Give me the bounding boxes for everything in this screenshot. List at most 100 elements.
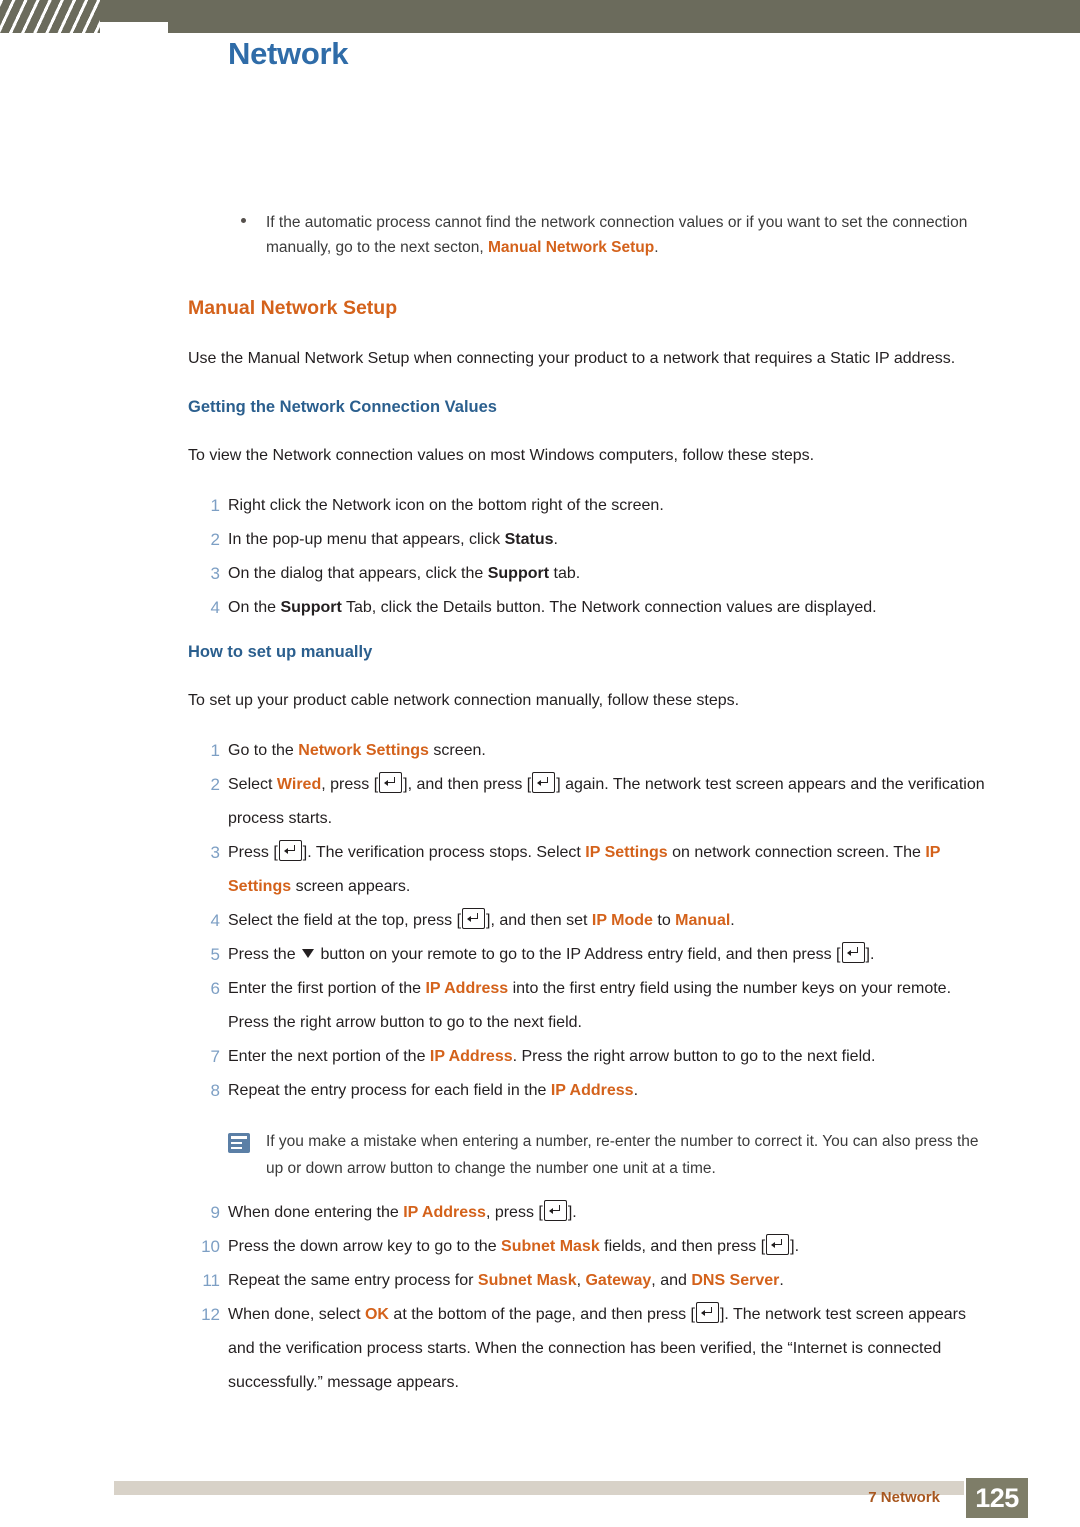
list-text: ]. — [790, 1238, 800, 1255]
enter-key-icon — [841, 942, 865, 963]
list-text: On the — [228, 599, 281, 616]
list-text: Right click the Network icon on the bott… — [228, 497, 664, 514]
numbered-list-manual-setup: 1 Go to the Network Settings screen. 2 S… — [0, 734, 1080, 1108]
list-text: screen. — [428, 742, 486, 759]
list-number: 9 — [210, 1203, 220, 1222]
list-text: . — [730, 912, 735, 929]
list-text: Press the — [228, 946, 301, 963]
menu-ref: Manual — [675, 912, 731, 929]
menu-ref: DNS Server — [691, 1272, 780, 1289]
subsection-intro-getting-values: To view the Network connection values on… — [188, 447, 815, 464]
header-white-block-decoration — [100, 22, 168, 33]
list-number: 1 — [210, 496, 220, 515]
list-number: 8 — [210, 1081, 220, 1100]
list-text: screen appears. — [291, 878, 411, 895]
list-text: . — [779, 1272, 784, 1289]
list-text: at the bottom of the page, and then pres… — [388, 1306, 695, 1323]
enter-key-icon — [379, 772, 403, 793]
page-title: Network — [228, 36, 349, 71]
enter-key-icon — [278, 840, 302, 861]
list-text: Repeat the entry process for each field … — [228, 1082, 551, 1099]
list-item: 7 Enter the next portion of the IP Addre… — [211, 1040, 990, 1074]
note-icon — [228, 1133, 250, 1153]
menu-ref: IP Settings — [585, 844, 668, 861]
footer-page-number: 125 — [966, 1478, 1028, 1518]
list-text: When done entering the — [228, 1204, 404, 1221]
enter-key-icon — [766, 1234, 790, 1255]
list-text: Enter the first portion of the — [228, 980, 426, 997]
list-item: 2 In the pop-up menu that appears, click… — [211, 523, 990, 557]
page-header-bar — [0, 0, 1080, 33]
list-item: 1 Go to the Network Settings screen. — [211, 734, 990, 768]
top-note-text-2: . — [654, 239, 659, 256]
menu-ref: IP Address — [403, 1204, 486, 1221]
down-arrow-icon — [302, 949, 315, 958]
list-text: , press [ — [321, 776, 379, 793]
list-item: 4 On the Support Tab, click the Details … — [211, 591, 990, 625]
menu-ref: Network Settings — [298, 742, 429, 759]
list-text: ]. — [865, 946, 875, 963]
subsection-heading-manual-setup: How to set up manually — [188, 643, 373, 661]
list-number: 3 — [210, 843, 220, 862]
list-number: 7 — [210, 1047, 220, 1066]
top-bullet-note: If the automatic process cannot find the… — [241, 210, 1000, 260]
menu-ref: Subnet Mask — [501, 1238, 600, 1255]
list-item: 1 Right click the Network icon on the bo… — [211, 489, 990, 523]
enter-key-icon — [532, 772, 556, 793]
menu-ref: IP Address — [550, 1082, 634, 1099]
list-text: . — [553, 531, 558, 548]
list-text: , press [ — [485, 1204, 543, 1221]
list-item: 11 Repeat the same entry process for Sub… — [202, 1264, 990, 1298]
list-text: tab. — [549, 565, 581, 582]
menu-ref: OK — [364, 1306, 389, 1323]
list-item: 3 On the dialog that appears, click the … — [211, 557, 990, 591]
list-item: 3 Press [ ]. The verification process sto… — [211, 836, 990, 904]
enter-key-icon — [695, 1302, 719, 1323]
list-text: ]. The verification process stops. Selec… — [302, 844, 586, 861]
menu-ref: Subnet Mask — [477, 1272, 577, 1289]
list-text: , and — [651, 1272, 692, 1289]
tip-note-text: If you make a mistake when entering a nu… — [266, 1133, 979, 1177]
list-text: fields, and then press [ — [599, 1238, 766, 1255]
list-text: Repeat the same entry process for — [228, 1272, 478, 1289]
list-item: 12 When done, select OK at the bottom of… — [201, 1298, 990, 1400]
list-text: . Press the right arrow button to go to … — [512, 1048, 876, 1065]
list-text: button on your remote to go to the IP Ad… — [316, 946, 841, 963]
menu-ref: IP Address — [425, 980, 509, 997]
list-text: Press the down arrow key to go to the — [228, 1238, 502, 1255]
list-number: 6 — [210, 979, 220, 998]
tip-note: If you make a mistake when entering a nu… — [228, 1128, 995, 1182]
list-item: 5 Press the button on your remote to go … — [211, 938, 990, 972]
list-number: 10 — [201, 1237, 220, 1256]
subsection-intro-manual-setup: To set up your product cable network con… — [188, 692, 740, 709]
list-text: Press [ — [228, 844, 278, 861]
subsection-heading-getting-values: Getting the Network Connection Values — [188, 398, 497, 416]
menu-ref: Gateway — [585, 1272, 652, 1289]
footer-rule — [114, 1481, 964, 1495]
list-text: ]. — [567, 1204, 577, 1221]
list-item: 9 When done entering the IP Address, pre… — [211, 1196, 990, 1230]
list-number: 3 — [210, 564, 220, 583]
list-item: 2 Select Wired, press [], and then press… — [211, 768, 990, 836]
list-text-bold: Support — [280, 599, 342, 616]
list-text: On the dialog that appears, click the — [228, 565, 488, 582]
list-text: ], and then set — [486, 912, 592, 929]
top-note-link: Manual Network Setup — [488, 239, 655, 256]
list-text: Tab, click the Details button. The Netwo… — [341, 599, 877, 616]
menu-ref: IP Address — [429, 1048, 513, 1065]
menu-ref: Wired — [276, 776, 322, 793]
list-text: ], and then press [ — [403, 776, 532, 793]
list-text: Select the field at the top, press [ — [228, 912, 462, 929]
enter-key-icon — [543, 1200, 567, 1221]
list-item: 6 Enter the first portion of the IP Addr… — [211, 972, 990, 1040]
list-text: Enter the next portion of the — [228, 1048, 430, 1065]
list-item: 4 Select the field at the top, press [],… — [211, 904, 990, 938]
list-number: 4 — [210, 598, 220, 617]
section-heading: Manual Network Setup — [188, 297, 398, 319]
list-number: 12 — [201, 1305, 220, 1324]
list-item: 8 Repeat the entry process for each fiel… — [211, 1074, 990, 1108]
list-text: Select — [228, 776, 277, 793]
footer-chapter-label: 7 Network — [868, 1489, 940, 1506]
list-text-bold: Status — [504, 531, 554, 548]
list-text: When done, select — [228, 1306, 365, 1323]
